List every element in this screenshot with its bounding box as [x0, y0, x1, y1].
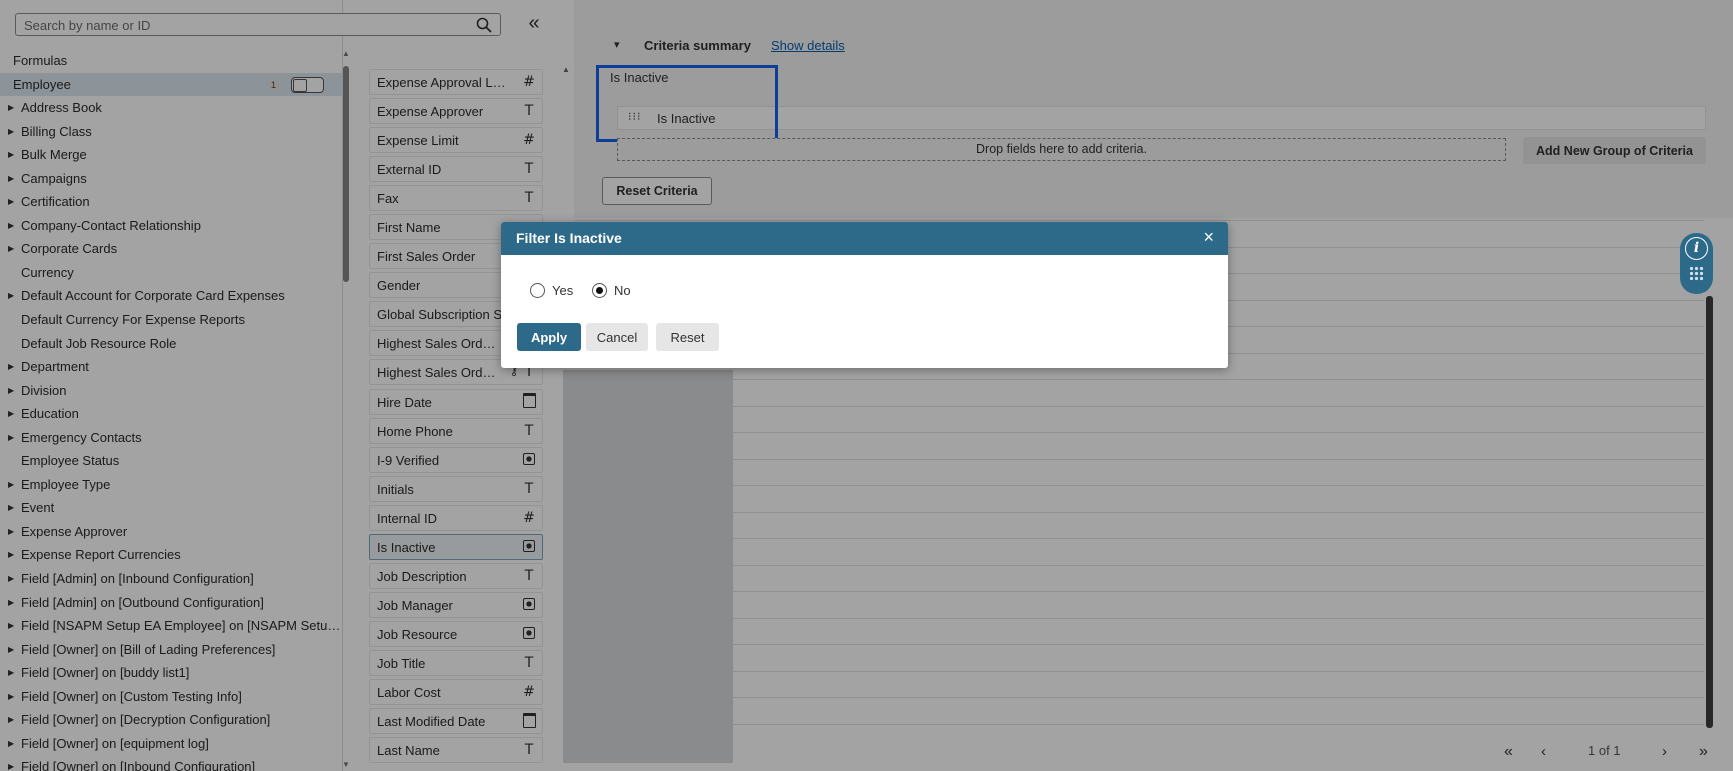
radio-button[interactable]: [592, 283, 607, 298]
info-icon[interactable]: i: [1685, 237, 1708, 260]
close-icon[interactable]: ×: [1203, 227, 1214, 248]
cancel-button[interactable]: Cancel: [586, 323, 648, 351]
radio-label: No: [614, 283, 631, 298]
help-widget[interactable]: i: [1680, 233, 1713, 294]
radio-button[interactable]: [530, 283, 545, 298]
radio-label: Yes: [552, 283, 574, 298]
filter-dialog: Filter Is Inactive × Yes No Apply Cancel…: [501, 222, 1228, 368]
dialog-title: Filter Is Inactive: [516, 230, 622, 246]
grid-icon[interactable]: [1689, 266, 1704, 281]
apply-button[interactable]: Apply: [517, 323, 581, 351]
reset-button[interactable]: Reset: [656, 323, 719, 351]
dialog-header: Filter Is Inactive ×: [501, 222, 1228, 255]
modal-overlay: [0, 0, 1733, 771]
